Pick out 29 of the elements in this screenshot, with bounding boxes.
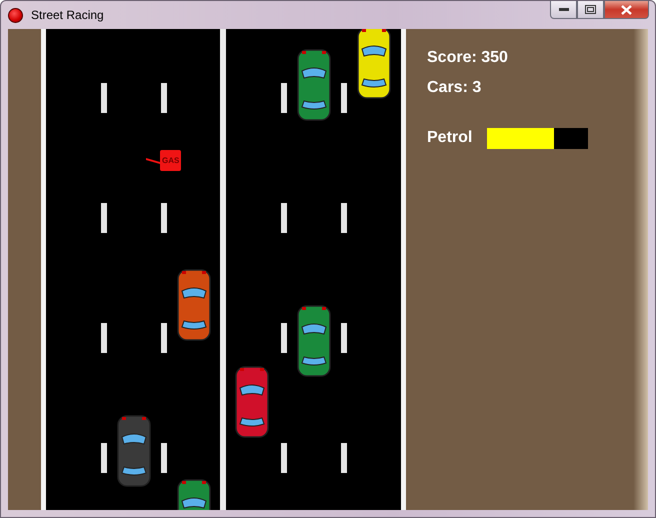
petrol-label: Petrol	[427, 129, 474, 148]
cars-remaining-text: Cars: 3	[427, 79, 482, 98]
lane-marking	[281, 203, 287, 233]
can-label: GAS	[160, 150, 182, 171]
lane-marking	[341, 443, 347, 473]
lane-marking	[161, 83, 167, 113]
lane-marking	[161, 323, 167, 353]
close-icon	[621, 4, 632, 14]
lane-marking	[161, 443, 167, 473]
window-title: Street Racing	[31, 8, 104, 22]
lane-marking	[101, 443, 107, 473]
lane-marking	[341, 83, 347, 113]
lane-marking	[161, 203, 167, 233]
lane-marking	[101, 203, 107, 233]
lane-marking	[281, 83, 287, 113]
lane-marking	[101, 323, 107, 353]
close-button[interactable]	[604, 1, 649, 19]
lane-marking	[101, 83, 107, 113]
lane-marking	[281, 443, 287, 473]
lane-marking	[281, 323, 287, 353]
minimize-button[interactable]	[550, 1, 577, 19]
lane-marking	[341, 323, 347, 353]
maximize-icon	[585, 5, 596, 14]
app-icon	[8, 8, 23, 22]
minimize-icon	[558, 8, 568, 11]
lane-marking	[341, 203, 347, 233]
spout-drawing	[146, 158, 160, 164]
maximize-button[interactable]	[577, 1, 604, 19]
score-text: Score: 350	[427, 49, 509, 68]
